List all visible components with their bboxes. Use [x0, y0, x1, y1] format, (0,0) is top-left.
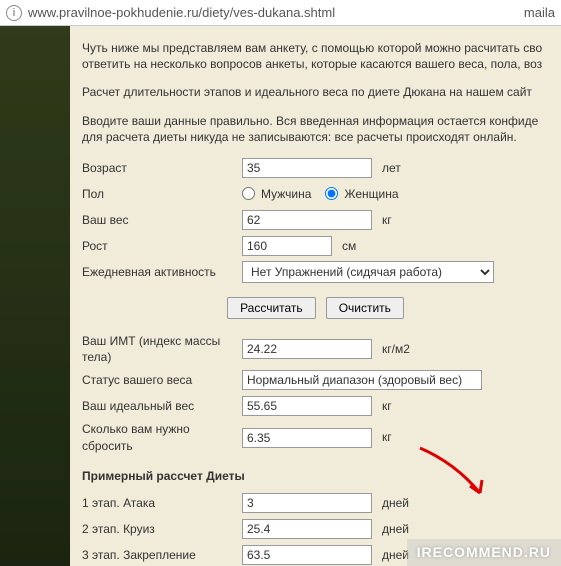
- page-body: Чуть ниже мы представляем вам анкету, с …: [0, 26, 561, 566]
- stage1-output[interactable]: [242, 493, 372, 513]
- age-input[interactable]: [242, 158, 372, 178]
- watermark: IRECOMMEND.RU: [407, 539, 561, 566]
- label-status: Статус вашего веса: [82, 372, 242, 388]
- unit-bmi: кг/м2: [382, 341, 410, 357]
- label-male: Мужчина: [261, 186, 311, 202]
- label-stage3: 3 этап. Закрепление: [82, 547, 242, 563]
- unit-days2: дней: [382, 521, 409, 537]
- url-right-text: maila: [524, 5, 555, 20]
- unit-days1: дней: [382, 495, 409, 511]
- status-output[interactable]: [242, 370, 482, 390]
- url-bar: i www.pravilnoe-pokhudenie.ru/diety/ves-…: [0, 0, 561, 26]
- radio-female[interactable]: [325, 187, 338, 200]
- label-lose: Сколько вам нужно сбросить: [82, 421, 242, 453]
- stage2-output[interactable]: [242, 519, 372, 539]
- intro-p1: Чуть ниже мы представляем вам анкету, с …: [82, 40, 549, 72]
- info-icon[interactable]: i: [6, 5, 22, 21]
- activity-select[interactable]: Нет Упражнений (сидячая работа): [242, 261, 494, 283]
- height-input[interactable]: [242, 236, 332, 256]
- unit-kg3: кг: [382, 429, 392, 445]
- clear-button[interactable]: Очистить: [326, 297, 404, 319]
- radio-male[interactable]: [242, 187, 255, 200]
- unit-kg: кг: [382, 212, 392, 228]
- intro-p3: Вводите ваши данные правильно. Вся введе…: [82, 113, 549, 145]
- input-form: Возраст лет Пол Мужчина Женщина Ваш вес …: [82, 157, 549, 566]
- unit-days3: дней: [382, 547, 409, 563]
- label-height: Рост: [82, 238, 242, 254]
- label-bmi: Ваш ИМТ (индекс массы тела): [82, 333, 242, 365]
- sidebar: [0, 26, 70, 566]
- calc-button[interactable]: Рассчитать: [227, 297, 316, 319]
- intro-p2: Расчет длительности этапов и идеального …: [82, 84, 549, 100]
- label-ideal: Ваш идеальный вес: [82, 398, 242, 414]
- label-stage2: 2 этап. Круиз: [82, 521, 242, 537]
- label-weight: Ваш вес: [82, 212, 242, 228]
- ideal-output[interactable]: [242, 396, 372, 416]
- gender-radio-group: Мужчина Женщина: [242, 186, 409, 202]
- unit-cm: см: [342, 238, 356, 254]
- label-stage1: 1 этап. Атака: [82, 495, 242, 511]
- url-text[interactable]: www.pravilnoe-pokhudenie.ru/diety/ves-du…: [28, 5, 524, 20]
- stage3-output[interactable]: [242, 545, 372, 565]
- unit-years: лет: [382, 160, 401, 176]
- label-activity: Ежедневная активность: [82, 264, 242, 280]
- lose-output[interactable]: [242, 428, 372, 448]
- bmi-output[interactable]: [242, 339, 372, 359]
- label-age: Возраст: [82, 160, 242, 176]
- weight-input[interactable]: [242, 210, 372, 230]
- intro-text: Чуть ниже мы представляем вам анкету, с …: [82, 40, 549, 145]
- diet-title: Примерный рассчет Диеты: [82, 468, 549, 484]
- content-area: Чуть ниже мы представляем вам анкету, с …: [70, 26, 561, 566]
- unit-kg2: кг: [382, 398, 392, 414]
- label-gender: Пол: [82, 186, 242, 202]
- button-row: Рассчитать Очистить: [82, 297, 549, 319]
- label-female: Женщина: [344, 186, 398, 202]
